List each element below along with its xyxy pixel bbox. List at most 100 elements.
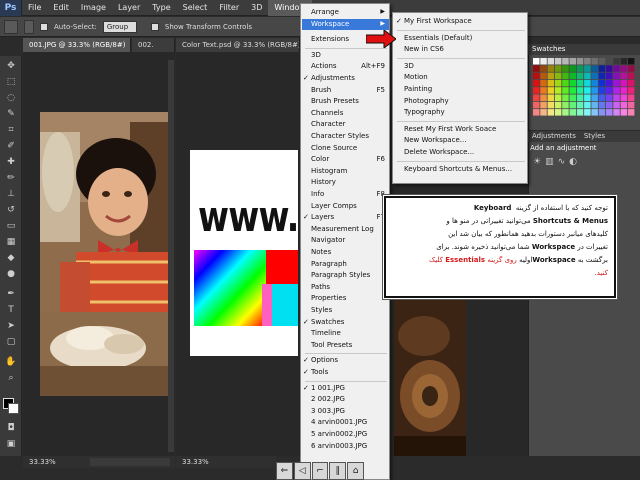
color-swatch[interactable] (627, 65, 635, 72)
window-menu-item-3d[interactable]: 3D (311, 51, 321, 59)
color-swatch[interactable] (547, 109, 555, 116)
color-swatch[interactable] (576, 72, 584, 80)
window-menu-item-history[interactable]: History (311, 178, 336, 186)
zoom-tool-icon[interactable]: ⌕ (4, 372, 18, 384)
color-swatch[interactable] (533, 109, 540, 116)
quick-mask-icon[interactable]: ◘ (4, 422, 18, 434)
color-swatch[interactable] (627, 109, 635, 116)
color-swatch[interactable] (562, 109, 569, 116)
window-menu-item-tool-presets[interactable]: Tool Presets (311, 341, 352, 349)
color-swatch[interactable] (569, 58, 577, 65)
color-swatch[interactable] (554, 72, 562, 80)
menu-3d[interactable]: 3D (245, 0, 268, 16)
color-swatch[interactable] (554, 87, 562, 94)
color-swatch[interactable] (598, 72, 606, 80)
color-swatch[interactable] (606, 94, 613, 102)
color-swatch[interactable] (606, 65, 613, 72)
color-swatch[interactable] (562, 65, 569, 72)
color-swatch[interactable] (540, 94, 547, 102)
color-swatch[interactable] (591, 101, 598, 109)
window-menu-item-brush[interactable]: Brush (311, 86, 331, 94)
window-menu-item-6-arvin0003-jpg[interactable]: 6 arvin0003.JPG (311, 442, 367, 450)
crop-tool-icon[interactable]: ⌗ (4, 124, 18, 136)
color-swatch[interactable] (554, 58, 562, 65)
levels-icon[interactable]: ▥ (545, 157, 554, 167)
color-swatch[interactable] (562, 87, 569, 94)
color-swatch[interactable] (620, 72, 628, 80)
window-menu-item-channels[interactable]: Channels (311, 109, 343, 117)
menu-image[interactable]: Image (75, 0, 112, 16)
window-menu-item-2-002-jpg[interactable]: 2 002.JPG (311, 395, 345, 403)
window-menu-item-color[interactable]: Color (311, 155, 329, 163)
type-tool-icon[interactable]: T (4, 304, 18, 316)
window-menu-item-actions[interactable]: Actions (311, 62, 337, 70)
window-menu-item-swatches[interactable]: Swatches (311, 318, 344, 326)
color-swatch[interactable] (620, 65, 628, 72)
color-swatch[interactable] (584, 101, 591, 109)
color-swatch[interactable] (620, 101, 628, 109)
menu-select[interactable]: Select (177, 0, 214, 16)
color-swatch[interactable] (547, 87, 555, 94)
workspace-item-essentials-default-[interactable]: Essentials (Default) (404, 34, 472, 42)
vertical-scrollbar-left[interactable] (168, 60, 174, 452)
window-menu-item-clone-source[interactable]: Clone Source (311, 144, 357, 152)
color-swatch[interactable] (620, 58, 628, 65)
tab-adjustments[interactable]: Adjustments (532, 131, 576, 142)
color-swatch[interactable] (606, 72, 613, 80)
color-swatch[interactable] (540, 101, 547, 109)
color-swatch[interactable] (620, 109, 628, 116)
color-swatch[interactable] (576, 94, 584, 102)
window-menu-item-paragraph[interactable]: Paragraph (311, 260, 347, 268)
color-swatch[interactable] (591, 87, 598, 94)
color-swatch[interactable] (591, 79, 598, 87)
stamp-tool-icon[interactable]: ⊥ (4, 188, 18, 200)
color-swatch[interactable] (569, 65, 577, 72)
color-swatch[interactable] (569, 109, 577, 116)
color-swatch[interactable] (591, 109, 598, 116)
menu-type[interactable]: Type (146, 0, 176, 16)
workspace-item-3d[interactable]: 3D (404, 62, 414, 70)
workspace-item-keyboard-shortcuts-menus-[interactable]: Keyboard Shortcuts & Menus... (404, 165, 512, 173)
nav-back-button[interactable]: ⇐ (276, 462, 293, 480)
color-swatch[interactable] (554, 109, 562, 116)
workspace-item-typography[interactable]: Typography (404, 108, 445, 116)
color-swatch[interactable] (547, 72, 555, 80)
nav-home-button[interactable]: ⌂ (347, 462, 364, 480)
window-menu-item-extensions[interactable]: Extensions (311, 35, 349, 43)
color-swatch[interactable] (554, 94, 562, 102)
blur-tool-icon[interactable]: ◆ (4, 252, 18, 264)
menu-layer[interactable]: Layer (112, 0, 146, 16)
move-tool-icon[interactable] (4, 19, 18, 34)
color-swatch[interactable] (627, 94, 635, 102)
color-swatch[interactable] (540, 72, 547, 80)
window-menu-item-layers[interactable]: Layers (311, 213, 334, 221)
color-swatch[interactable] (576, 87, 584, 94)
window-menu-item-measurement-log[interactable]: Measurement Log (311, 225, 374, 233)
window-menu-item-5-arvin0002-jpg[interactable]: 5 arvin0002.JPG (311, 430, 367, 438)
workspace-item-new-in-cs6[interactable]: New in CS6 (404, 45, 444, 53)
color-swatch[interactable] (613, 101, 620, 109)
horizontal-scrollbar-left[interactable] (90, 458, 170, 466)
color-swatch[interactable] (576, 101, 584, 109)
window-menu-item-1-001-jpg[interactable]: 1 001.JPG (311, 384, 345, 392)
color-swatch[interactable] (613, 87, 620, 94)
workspace-item-new-workspace-[interactable]: New Workspace... (404, 136, 466, 144)
window-menu-item-navigator[interactable]: Navigator (311, 236, 345, 244)
window-menu-item-histogram[interactable]: Histogram (311, 167, 347, 175)
color-swatch[interactable] (591, 72, 598, 80)
menu-file[interactable]: File (22, 0, 47, 16)
color-swatch[interactable] (620, 94, 628, 102)
quick-select-tool-icon[interactable]: ✎ (4, 108, 18, 120)
color-swatch[interactable] (569, 72, 577, 80)
color-swatch[interactable] (613, 65, 620, 72)
curves-icon[interactable]: ∿ (558, 157, 566, 167)
dodge-tool-icon[interactable]: ● (4, 268, 18, 280)
menu-edit[interactable]: Edit (47, 0, 75, 16)
window-menu-item-info[interactable]: Info (311, 190, 324, 198)
color-swatch[interactable] (606, 87, 613, 94)
window-menu-item-properties[interactable]: Properties (311, 294, 346, 302)
zoom-level-right[interactable]: 33.33% (182, 458, 209, 466)
color-swatch[interactable] (562, 79, 569, 87)
color-swatch[interactable] (613, 72, 620, 80)
brightness-icon[interactable]: ☀ (533, 157, 541, 167)
